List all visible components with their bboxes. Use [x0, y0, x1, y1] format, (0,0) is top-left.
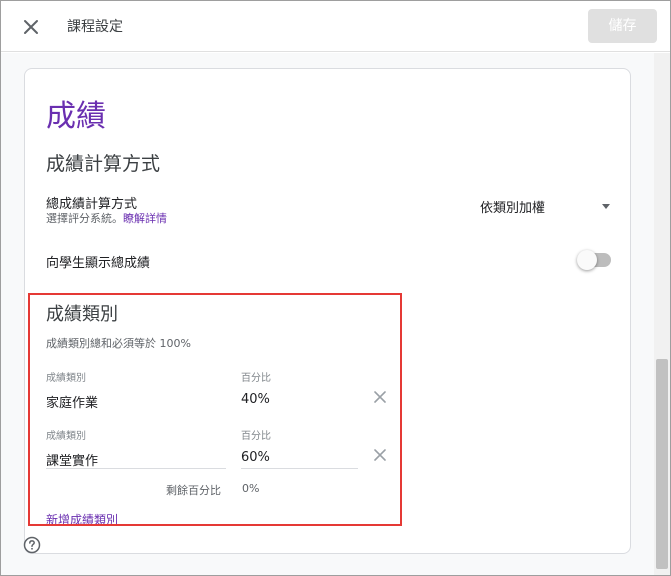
grade-calculation-selected: 依類別加權: [480, 201, 546, 216]
grade-categories-heading: 成績類別: [46, 304, 118, 325]
overall-grade-hint: 選擇評分系統。瞭解詳情: [46, 210, 167, 226]
show-overall-grade-toggle[interactable]: [577, 250, 611, 270]
toggle-knob: [577, 250, 597, 270]
learn-more-link[interactable]: 瞭解詳情: [123, 212, 167, 225]
remaining-percent-label: 剩餘百分比: [166, 484, 221, 497]
chevron-down-icon: [602, 204, 610, 209]
settings-content: 成績 成績計算方式 總成績計算方式 選擇評分系統。瞭解詳情 依類別加權 向學生顯…: [1, 53, 654, 575]
category-percent-label: 百分比: [241, 373, 271, 384]
category-percent-underline: [241, 468, 358, 469]
scrollbar[interactable]: [654, 53, 670, 575]
remove-category-icon[interactable]: [372, 389, 388, 405]
category-percent-input[interactable]: 60%: [241, 450, 270, 465]
category-percent-input[interactable]: 40%: [241, 392, 270, 407]
close-icon[interactable]: [19, 15, 43, 39]
grades-heading: 成績: [46, 99, 106, 134]
course-settings-dialog: 課程設定 儲存 成績 成績計算方式 總成績計算方式 選擇評分系統。瞭解詳情 依類…: [0, 0, 671, 576]
category-percent-label: 百分比: [241, 431, 271, 442]
grading-system-hint: 選擇評分系統。: [46, 212, 123, 225]
remaining-percent-value: 0%: [242, 482, 260, 495]
scrollbar-thumb[interactable]: [656, 359, 668, 569]
category-name-input[interactable]: 家庭作業: [46, 392, 98, 411]
remove-category-icon[interactable]: [372, 447, 388, 463]
save-button[interactable]: 儲存: [588, 9, 657, 43]
category-name-underline: [46, 468, 226, 469]
category-name-input[interactable]: 課堂實作: [46, 450, 98, 469]
top-bar: 課程設定 儲存: [1, 1, 670, 52]
category-name-label: 成績類別: [46, 431, 86, 442]
categories-total-note: 成績類別總和必須等於 100%: [46, 337, 191, 350]
grade-calculation-select[interactable]: 依類別加權: [480, 197, 610, 219]
grade-calculation-heading: 成績計算方式: [46, 153, 161, 175]
add-grade-category-button[interactable]: 新增成績類別: [46, 511, 118, 528]
grading-card: 成績 成績計算方式 總成績計算方式 選擇評分系統。瞭解詳情 依類別加權 向學生顯…: [24, 68, 631, 554]
page-title: 課程設定: [67, 19, 123, 35]
show-overall-grade-label: 向學生顯示總成績: [46, 256, 151, 271]
category-name-label: 成績類別: [46, 373, 86, 384]
help-icon[interactable]: [23, 536, 41, 554]
